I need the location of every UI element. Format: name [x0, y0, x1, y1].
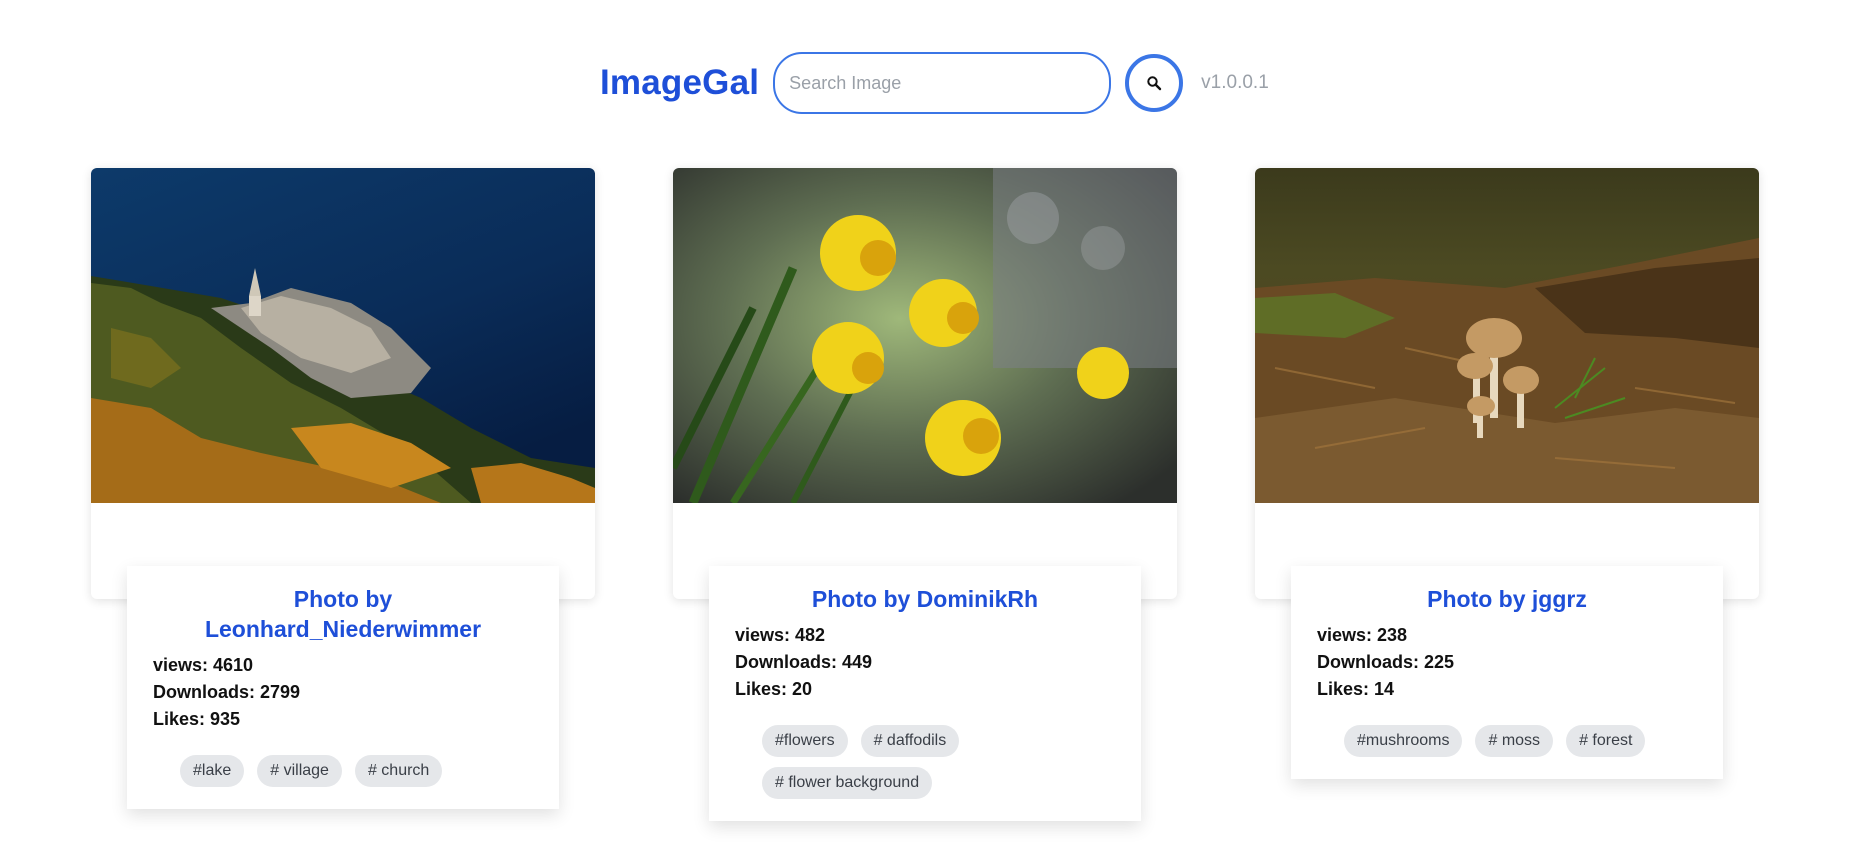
views-count: views: 4610: [153, 655, 254, 675]
image-card[interactable]: [91, 168, 595, 599]
views-count: views: 238: [1317, 625, 1408, 645]
photo-author-title[interactable]: Photo by jggrz: [1317, 584, 1697, 614]
photo-info-panel: Photo by Leonhard_Niederwimmer views: 46…: [127, 566, 559, 809]
photo-author-title[interactable]: Photo by DominikRh: [735, 584, 1115, 614]
card-image[interactable]: [673, 168, 1177, 503]
tag-list: #lake # village # church: [153, 755, 533, 787]
version-label: v1.0.0.1: [1201, 72, 1269, 93]
downloads-count: Downloads: 449: [735, 652, 873, 672]
search-button[interactable]: [1125, 54, 1184, 112]
tag-chip[interactable]: # church: [354, 755, 443, 787]
likes-count: Likes: 14: [1317, 679, 1395, 699]
header: ImageGal v1.0.0.1: [600, 50, 1269, 116]
search-icon: [1147, 76, 1162, 91]
image-card[interactable]: [673, 168, 1177, 599]
downloads-count: Downloads: 225: [1317, 652, 1455, 672]
tag-chip[interactable]: # village: [257, 755, 342, 787]
tag-chip[interactable]: #lake: [180, 755, 245, 787]
photo-info-panel: Photo by DominikRh views: 482 Downloads:…: [709, 566, 1141, 821]
likes-count: Likes: 20: [735, 679, 813, 699]
brand-logo[interactable]: ImageGal: [600, 63, 759, 103]
downloads-count: Downloads: 2799: [153, 682, 301, 702]
tag-chip[interactable]: # flower background: [762, 767, 933, 799]
tag-chip[interactable]: # forest: [1566, 725, 1646, 757]
tag-list: #flowers # daffodils # flower background: [735, 725, 1115, 799]
tag-chip[interactable]: #flowers: [762, 725, 848, 757]
tag-list: #mushrooms # moss # forest: [1317, 725, 1697, 757]
views-count: views: 482: [735, 625, 826, 645]
image-card[interactable]: [1255, 168, 1759, 599]
card-image[interactable]: [91, 168, 595, 503]
photo-author-title[interactable]: Photo by Leonhard_Niederwimmer: [153, 584, 533, 644]
search-input[interactable]: [773, 52, 1112, 114]
gallery-page: ImageGal v1.0.0.1: [0, 0, 1853, 868]
tag-chip[interactable]: # daffodils: [860, 725, 960, 757]
card-image[interactable]: [1255, 168, 1759, 503]
likes-count: Likes: 935: [153, 709, 241, 729]
tag-chip[interactable]: #mushrooms: [1344, 725, 1463, 757]
tag-chip[interactable]: # moss: [1475, 725, 1554, 757]
photo-info-panel: Photo by jggrz views: 238 Downloads: 225…: [1291, 566, 1723, 779]
